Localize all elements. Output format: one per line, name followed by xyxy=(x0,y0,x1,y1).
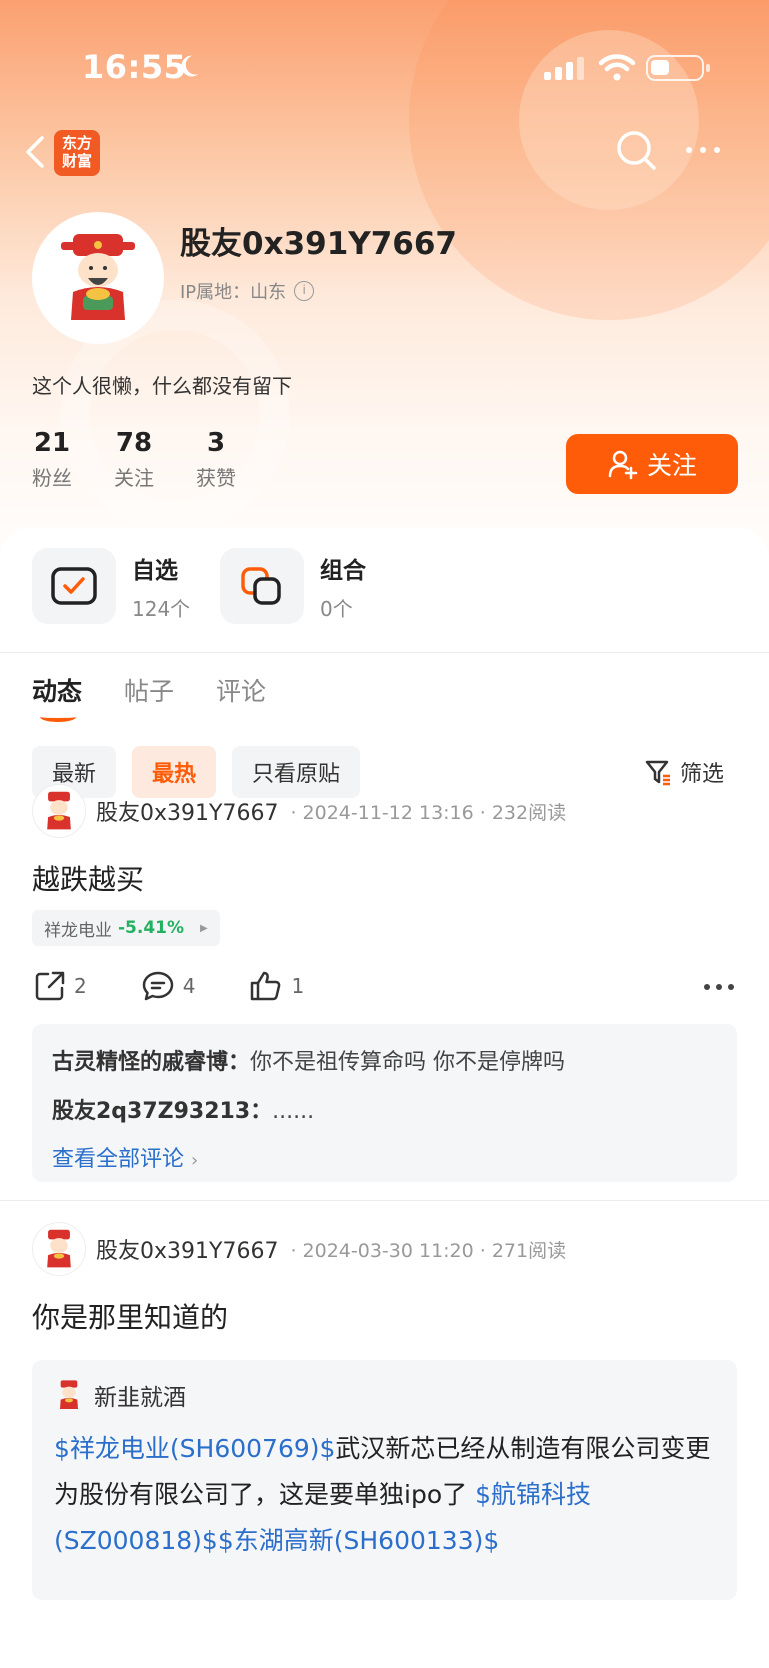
more-options-icon[interactable] xyxy=(686,140,726,160)
app-logo[interactable]: 东方 财富 xyxy=(54,130,100,176)
tab-activity[interactable]: 动态 xyxy=(32,672,82,722)
repost-body: $祥龙电业(SH600769)$武汉新芯已经从制造有限公司变更为股份有限公司了，… xyxy=(54,1426,715,1564)
filter-button[interactable]: 筛选 xyxy=(644,756,724,788)
share-count: 2 xyxy=(74,974,87,998)
filter-label: 筛选 xyxy=(680,762,725,787)
divider xyxy=(0,1200,769,1201)
comment-preview[interactable]: 古灵精怪的戚睿博：你不是祖传算命吗 你不是停牌吗 股友2q37Z93213：..… xyxy=(32,1024,737,1182)
tab-posts[interactable]: 帖子 xyxy=(124,672,174,708)
status-bar: 16:55 xyxy=(0,0,769,140)
thumbs-up-icon xyxy=(251,971,281,1001)
active-tab-indicator xyxy=(40,712,76,722)
portfolio-icon xyxy=(220,548,304,624)
like-count: 1 xyxy=(291,974,305,998)
status-time: 16:55 xyxy=(82,48,187,86)
comment-count: 4 xyxy=(182,974,196,998)
top-nav: 东方 财富 xyxy=(0,120,769,180)
wifi-icon xyxy=(598,54,636,81)
fortune-god-avatar-icon xyxy=(61,234,135,320)
stock-tag[interactable]: 祥龙电业 -5.41% ▶ xyxy=(32,910,220,946)
post-author-avatar[interactable] xyxy=(32,1222,86,1276)
share-button[interactable]: 2 xyxy=(34,970,87,1002)
fortune-god-avatar-icon xyxy=(47,791,71,830)
add-user-icon xyxy=(608,450,638,480)
post-title[interactable]: 越跌越买 xyxy=(32,858,144,898)
divider xyxy=(0,652,769,653)
battery-icon xyxy=(646,55,710,81)
post-author-name[interactable]: 股友0x391Y7667 xyxy=(96,795,278,827)
comment-author[interactable]: 股友2q37Z93213： xyxy=(52,1099,272,1124)
filter-icon xyxy=(645,760,670,786)
watchlist-count: 124个 xyxy=(132,596,191,621)
comment-icon xyxy=(142,971,173,1001)
stat-fans[interactable]: 21 粉丝 xyxy=(32,428,72,491)
cellular-signal-icon xyxy=(544,56,584,80)
post-author-avatar[interactable] xyxy=(32,784,86,838)
profile-username: 股友0x391Y7667 xyxy=(180,226,458,262)
like-button[interactable]: 1 xyxy=(249,970,304,1002)
post-header: 股友0x391Y7667 · 2024-03-30 11:20 · 271阅读 xyxy=(32,1222,566,1276)
comment-line: 古灵精怪的戚睿博：你不是祖传算命吗 你不是停牌吗 xyxy=(52,1042,717,1084)
comment-button[interactable]: 4 xyxy=(141,970,196,1002)
portfolio-entry[interactable]: 组合 0个 xyxy=(220,548,366,624)
share-icon xyxy=(35,971,65,1001)
view-all-comments-link[interactable]: 查看全部评论 › xyxy=(52,1140,717,1181)
repost-header: 新韭就酒 xyxy=(54,1378,715,1412)
stat-likes[interactable]: 3 获赞 xyxy=(196,428,236,491)
stock-change: -5.41% xyxy=(118,918,185,938)
comment-text: ...... xyxy=(272,1099,315,1124)
portfolio-title: 组合 xyxy=(320,557,366,584)
post-header: 股友0x391Y7667 · 2024-11-12 13:16 · 232阅读 xyxy=(32,784,566,838)
ip-location-text: IP属地：山东 xyxy=(180,282,287,303)
chevron-right-icon: › xyxy=(191,1150,199,1171)
profile-stats: 21 粉丝 78 关注 3 获赞 xyxy=(32,428,278,491)
repost-author-name[interactable]: 新韭就酒 xyxy=(94,1378,186,1412)
post-more-icon[interactable] xyxy=(704,984,734,990)
post-title[interactable]: 你是那里知道的 xyxy=(32,1296,228,1336)
stock-name: 祥龙电业 xyxy=(44,920,112,941)
reposted-content[interactable]: 新韭就酒 $祥龙电业(SH600769)$武汉新芯已经从制造有限公司变更为股份有… xyxy=(32,1360,737,1600)
portfolio-count: 0个 xyxy=(320,596,353,621)
back-arrow-icon[interactable] xyxy=(16,130,56,174)
content-tabs: 动态 帖子 评论 xyxy=(32,672,266,722)
search-icon[interactable] xyxy=(614,128,660,174)
caret-right-icon: ▶ xyxy=(200,922,208,934)
post-actions: 2 4 1 xyxy=(34,970,358,1002)
watchlist-icon xyxy=(32,548,116,624)
info-icon[interactable]: i xyxy=(294,281,315,301)
fortune-god-avatar-icon xyxy=(47,1229,71,1268)
follow-button-label: 关注 xyxy=(646,451,697,480)
comment-author[interactable]: 古灵精怪的戚睿博： xyxy=(52,1050,250,1075)
content-card: 自选 124个 组合 0个 动态 帖子 评论 最新 最热 只看原贴 筛选 股友0… xyxy=(0,528,769,1668)
post-meta: · 2024-11-12 13:16 · 232阅读 xyxy=(290,801,567,824)
comment-text: 你不是祖传算命吗 你不是停牌吗 xyxy=(250,1050,566,1075)
post-author-name[interactable]: 股友0x391Y7667 xyxy=(96,1233,278,1265)
watchlist-entry[interactable]: 自选 124个 xyxy=(32,548,190,624)
follow-button[interactable]: 关注 xyxy=(566,434,738,494)
fortune-god-avatar-icon xyxy=(60,1380,78,1409)
stock-link[interactable]: $祥龙电业(SH600769)$ xyxy=(54,1434,335,1463)
post-meta: · 2024-03-30 11:20 · 271阅读 xyxy=(290,1239,567,1262)
profile-bio: 这个人很懒，什么都没有留下 xyxy=(32,374,292,398)
stat-following[interactable]: 78 关注 xyxy=(114,428,154,491)
profile-avatar[interactable] xyxy=(32,212,164,344)
watchlist-title: 自选 xyxy=(132,557,178,584)
moon-icon xyxy=(181,55,199,77)
comment-line: 股友2q37Z93213：...... xyxy=(52,1084,717,1140)
ip-location: IP属地：山东 i xyxy=(180,278,315,304)
tab-comments[interactable]: 评论 xyxy=(216,672,266,708)
